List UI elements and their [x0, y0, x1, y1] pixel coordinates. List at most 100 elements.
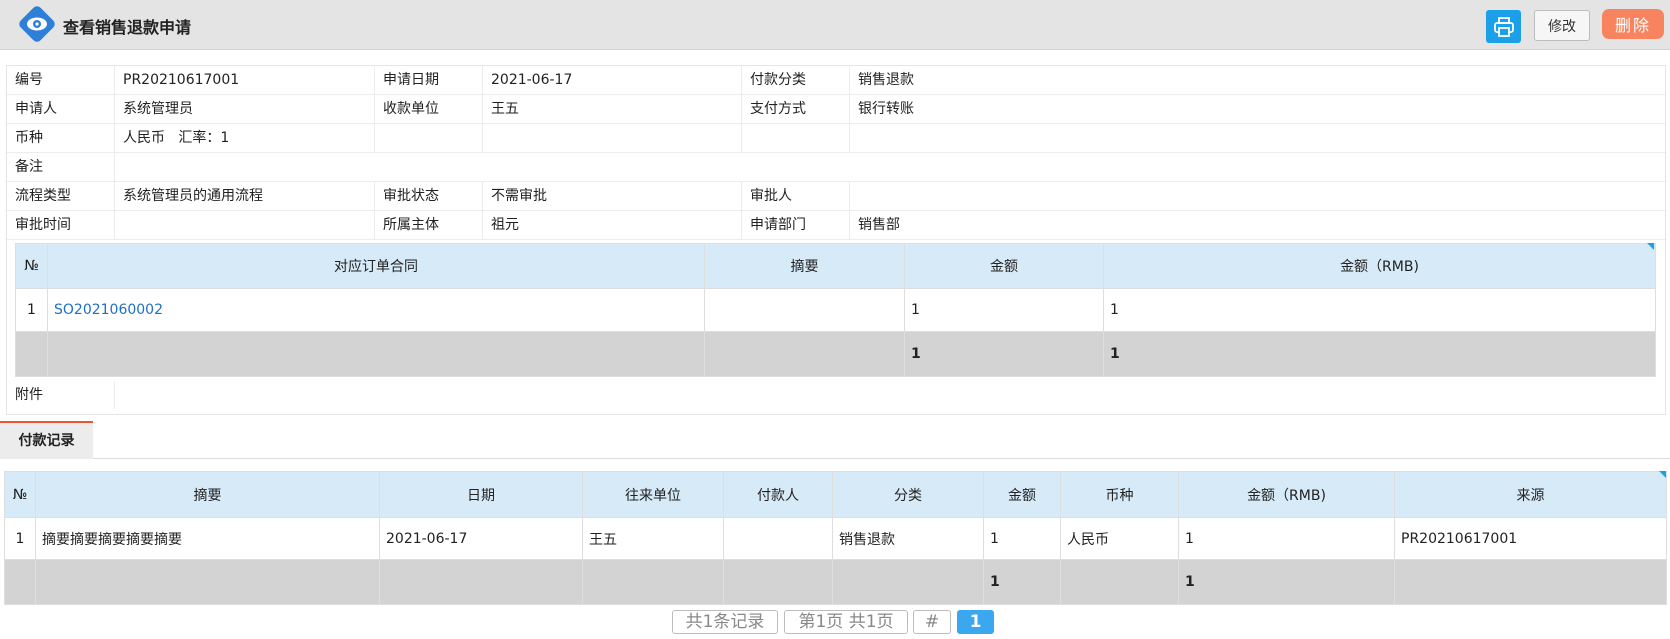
empty-cell	[850, 124, 1665, 152]
total-amount-rmb: 1	[1103, 331, 1656, 377]
column-header: 金额	[904, 243, 1104, 289]
table-row: 1 摘要摘要摘要摘要摘要 2021-06-17 王五 销售退款 1 人民币 1 …	[4, 517, 1667, 560]
label-apply-date: 申请日期	[375, 66, 483, 94]
value-apply-date: 2021-06-17	[483, 66, 742, 94]
info-row: 备注	[7, 153, 1665, 182]
column-header: 往来单位	[582, 471, 724, 518]
column-header: №	[4, 471, 36, 518]
row-number: 1	[15, 288, 48, 332]
value-approval-time	[115, 211, 375, 239]
totals-row: 1 1	[15, 331, 1656, 377]
source-cell: PR20210617001	[1394, 517, 1667, 560]
value-applicant: 系统管理员	[115, 95, 375, 123]
label-approval-time: 审批时间	[7, 211, 115, 239]
empty-cell	[375, 124, 483, 152]
total-cell	[35, 559, 380, 605]
corner-marker-icon	[1647, 243, 1654, 250]
page-title: 查看销售退款申请	[63, 18, 192, 37]
amount-rmb-cell: 1	[1103, 288, 1656, 332]
eye-logo-icon	[19, 6, 55, 42]
total-cell	[832, 559, 984, 605]
totals-row: 1 1	[4, 559, 1667, 605]
value-attachment	[115, 381, 1665, 409]
payer-cell	[723, 517, 833, 560]
label-department: 申请部门	[742, 211, 850, 239]
label-approval-status: 审批状态	[375, 182, 483, 210]
column-header: 摘要	[35, 471, 380, 518]
value-department: 销售部	[858, 217, 900, 233]
value-approver	[850, 182, 1665, 210]
total-amount: 1	[904, 331, 1104, 377]
label-remark: 备注	[7, 153, 115, 181]
pager-jump-button[interactable]: #	[913, 610, 951, 634]
tab-payment-records[interactable]: 付款记录	[0, 421, 93, 459]
column-header: 币种	[1060, 471, 1179, 518]
value-currency: 人民币 汇率：1	[115, 124, 375, 152]
value-payee: 王五	[483, 95, 742, 123]
label-payment-method: 支付方式	[742, 95, 850, 123]
value-approval-status: 不需审批	[483, 182, 742, 210]
summary-cell	[704, 288, 905, 332]
label-attachment: 附件	[7, 381, 115, 409]
total-cell	[379, 559, 583, 605]
column-header: 日期	[379, 471, 583, 518]
table-header-row: № 对应订单合同 摘要 金额 金额（RMB)	[15, 243, 1656, 289]
total-cell	[704, 331, 905, 377]
empty-cell	[742, 124, 850, 152]
pager-page-info: 第1页 共1页	[784, 610, 908, 634]
amount-cell: 1	[983, 517, 1061, 560]
corner-marker-icon	[1659, 471, 1666, 478]
tab-bar: 付款记录	[0, 421, 1670, 459]
label-number: 编号	[7, 66, 115, 94]
counterparty-cell: 王五	[582, 517, 724, 560]
empty-cell	[483, 124, 742, 152]
column-header: 来源	[1394, 471, 1667, 518]
total-cell	[1394, 559, 1667, 605]
print-button[interactable]	[1486, 10, 1521, 43]
summary-cell: 摘要摘要摘要摘要摘要	[35, 517, 380, 560]
payment-records-table: № 摘要 日期 往来单位 付款人 分类 金额 币种 金额（RMB) 来源 1 摘…	[4, 471, 1667, 605]
order-table: № 对应订单合同 摘要 金额 金额（RMB) 1 SO2021060002 1 …	[15, 243, 1656, 377]
total-amount: 1	[983, 559, 1061, 605]
column-header: 对应订单合同	[47, 243, 705, 289]
label-payee: 收款单位	[375, 95, 483, 123]
amount-cell: 1	[904, 288, 1104, 332]
category-cell: 销售退款	[832, 517, 984, 560]
pager-current-page[interactable]: 1	[957, 610, 994, 634]
label-approver: 审批人	[742, 182, 850, 210]
total-amount-rmb: 1	[1178, 559, 1395, 605]
column-header: 付款人	[723, 471, 833, 518]
column-header: 金额（RMB)	[1103, 243, 1656, 289]
table-header-row: № 摘要 日期 往来单位 付款人 分类 金额 币种 金额（RMB) 来源	[4, 471, 1667, 518]
column-header: 金额	[983, 471, 1061, 518]
value-remark	[115, 153, 1665, 181]
total-cell	[723, 559, 833, 605]
value-payment-category: 销售退款	[858, 72, 914, 88]
info-row: 审批时间 所属主体 祖元 申请部门 销售部	[7, 211, 1665, 240]
column-header: 摘要	[704, 243, 905, 289]
total-cell	[15, 331, 48, 377]
total-cell	[47, 331, 705, 377]
date-cell: 2021-06-17	[379, 517, 583, 560]
info-row: 编号 PR20210617001 申请日期 2021-06-17 付款分类 销售…	[7, 66, 1665, 95]
label-payment-category: 付款分类	[742, 66, 850, 94]
value-number: PR20210617001	[115, 66, 375, 94]
info-row: 币种 人民币 汇率：1	[7, 124, 1665, 153]
page-header: 查看销售退款申请 修改 删除	[0, 0, 1670, 50]
row-number: 1	[4, 517, 36, 560]
column-header: 金额（RMB)	[1178, 471, 1395, 518]
label-entity: 所属主体	[375, 211, 483, 239]
label-applicant: 申请人	[7, 95, 115, 123]
info-row: 申请人 系统管理员 收款单位 王五 支付方式 银行转账	[7, 95, 1665, 124]
value-payment-method: 银行转账	[858, 101, 914, 117]
value-entity: 祖元	[483, 211, 742, 239]
edit-button[interactable]: 修改	[1534, 10, 1590, 41]
order-contract-link[interactable]: SO2021060002	[47, 288, 705, 332]
pager-record-count: 共1条记录	[672, 610, 778, 634]
currency-cell: 人民币	[1060, 517, 1179, 560]
delete-button[interactable]: 删除	[1602, 9, 1664, 39]
value-process-type: 系统管理员的通用流程	[115, 182, 375, 210]
column-header: 分类	[832, 471, 984, 518]
info-row: 流程类型 系统管理员的通用流程 审批状态 不需审批 审批人	[7, 182, 1665, 211]
printer-icon	[1493, 16, 1514, 37]
